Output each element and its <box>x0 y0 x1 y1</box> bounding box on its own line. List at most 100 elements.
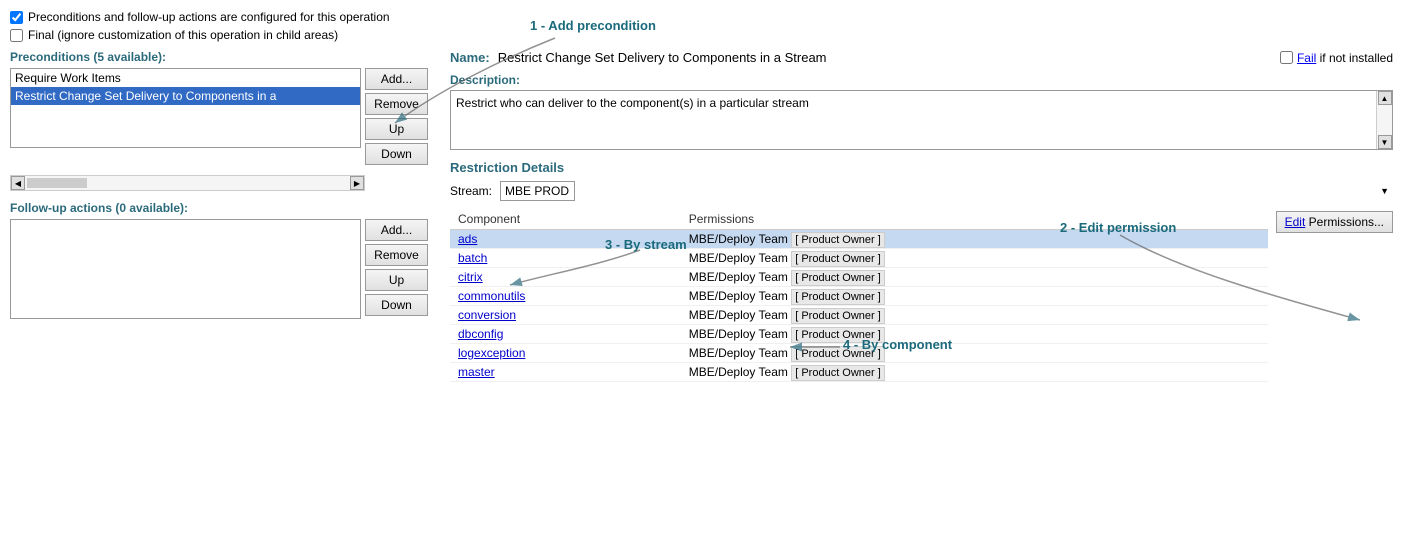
table-row[interactable]: logexception MBE/Deploy Team [ Product Ow… <box>450 344 1268 363</box>
component-permissions: MBE/Deploy Team [ Product Owner ] <box>681 249 1268 268</box>
fail-label: Fail if not installed <box>1297 51 1393 65</box>
fail-checkbox[interactable] <box>1280 51 1293 64</box>
component-name: dbconfig <box>450 325 681 344</box>
table-row[interactable]: citrix MBE/Deploy Team [ Product Owner ] <box>450 268 1268 287</box>
scroll-thumb[interactable] <box>27 178 87 188</box>
final-checkbox-row: Final (ignore customization of this oper… <box>10 28 1393 42</box>
permission-tag: [ Product Owner ] <box>791 327 885 343</box>
final-checkbox[interactable] <box>10 29 23 42</box>
component-name: master <box>450 363 681 382</box>
description-section: Description: Restrict who can deliver to… <box>450 73 1393 150</box>
component-link[interactable]: commonutils <box>458 289 525 303</box>
component-permissions: MBE/Deploy Team [ Product Owner ] <box>681 306 1268 325</box>
list-item[interactable]: Require Work Items <box>11 69 360 87</box>
table-wrapper: Component Permissions ads MBE/Deploy Team… <box>450 209 1268 382</box>
component-permissions: MBE/Deploy Team [ Product Owner ] <box>681 268 1268 287</box>
restriction-title: Restriction Details <box>450 160 1393 175</box>
edit-btn-wrapper: Edit Permissions... <box>1268 209 1393 233</box>
component-link[interactable]: conversion <box>458 308 516 322</box>
fail-checkbox-area: Fail if not installed <box>1280 51 1393 65</box>
followup-add-button[interactable]: Add... <box>365 219 428 241</box>
followup-remove-button[interactable]: Remove <box>365 244 428 266</box>
component-name: conversion <box>450 306 681 325</box>
permission-tag: [ Product Owner ] <box>791 365 885 381</box>
preconditions-list[interactable]: Require Work Items Restrict Change Set D… <box>10 68 361 148</box>
description-box: Restrict who can deliver to the componen… <box>450 90 1393 150</box>
add-button[interactable]: Add... <box>365 68 428 90</box>
permission-tag: [ Product Owner ] <box>791 232 885 248</box>
table-row[interactable]: dbconfigMBE/Deploy Team [ Product Owner … <box>450 325 1268 344</box>
fail-link[interactable]: Fail <box>1297 51 1316 65</box>
permission-tag: [ Product Owner ] <box>791 289 885 305</box>
table-row[interactable]: commonutils MBE/Deploy Team [ Product Own… <box>450 287 1268 306</box>
col-component: Component <box>450 209 681 230</box>
down-button[interactable]: Down <box>365 143 428 165</box>
preconditions-checkbox-label: Preconditions and follow-up actions are … <box>28 10 390 24</box>
scroll-up-icon[interactable]: ▲ <box>1378 91 1392 105</box>
edit-suffix: Permissions... <box>1309 215 1384 229</box>
component-name: batch <box>450 249 681 268</box>
up-button[interactable]: Up <box>365 118 428 140</box>
component-name: commonutils <box>450 287 681 306</box>
scroll-down-icon[interactable]: ▼ <box>1378 135 1392 149</box>
table-row[interactable]: ads MBE/Deploy Team [ Product Owner ] <box>450 230 1268 249</box>
scroll-right-icon[interactable]: ▶ <box>350 176 364 190</box>
component-name: citrix <box>450 268 681 287</box>
main-container: Preconditions and follow-up actions are … <box>0 0 1403 535</box>
followup-up-button[interactable]: Up <box>365 269 428 291</box>
description-scrollbar: ▲ ▼ <box>1376 91 1392 149</box>
name-value: Restrict Change Set Delivery to Componen… <box>498 50 1272 65</box>
permission-tag: [ Product Owner ] <box>791 270 885 286</box>
component-permissions: MBE/Deploy Team [ Product Owner ] <box>681 287 1268 306</box>
permission-tag: [ Product Owner ] <box>791 251 885 267</box>
component-link[interactable]: master <box>458 365 495 379</box>
top-checkboxes: Preconditions and follow-up actions are … <box>10 10 1393 42</box>
scroll-left-icon[interactable]: ◀ <box>11 176 25 190</box>
table-row[interactable]: conversion MBE/Deploy Team [ Product Owne… <box>450 306 1268 325</box>
component-link[interactable]: logexception <box>458 346 525 360</box>
preconditions-scrollbar[interactable]: ◀ ▶ <box>10 175 365 191</box>
component-link[interactable]: batch <box>458 251 487 265</box>
stream-select[interactable]: MBE PROD <box>500 181 575 201</box>
preconditions-checkbox[interactable] <box>10 11 23 24</box>
followup-area: Add... Remove Up Down <box>10 219 430 319</box>
component-permissions: MBE/Deploy Team [ Product Owner ] <box>681 230 1268 249</box>
remove-button[interactable]: Remove <box>365 93 428 115</box>
list-item[interactable]: Restrict Change Set Delivery to Componen… <box>11 87 360 105</box>
permissions-header: Component Permissions ads MBE/Deploy Team… <box>450 209 1393 382</box>
stream-row: Stream: MBE PROD <box>450 181 1393 201</box>
description-text: Restrict who can deliver to the componen… <box>456 96 809 110</box>
component-permissions: MBE/Deploy Team [ Product Owner ] <box>681 344 1268 363</box>
right-panel: Name: Restrict Change Set Delivery to Co… <box>430 50 1393 384</box>
component-link[interactable]: dbconfig <box>458 327 503 341</box>
table-row[interactable]: batch MBE/Deploy Team [ Product Owner ] <box>450 249 1268 268</box>
component-link[interactable]: citrix <box>458 270 483 284</box>
followup-buttons: Add... Remove Up Down <box>365 219 430 319</box>
preconditions-area: Require Work Items Restrict Change Set D… <box>10 68 430 165</box>
table-row[interactable]: master MBE/Deploy Team [ Product Owner ] <box>450 363 1268 382</box>
restriction-section: Restriction Details Stream: MBE PROD <box>450 160 1393 382</box>
components-table: Component Permissions ads MBE/Deploy Team… <box>450 209 1268 382</box>
preconditions-buttons: Add... Remove Up Down <box>365 68 430 165</box>
permission-tag: [ Product Owner ] <box>791 346 885 362</box>
description-label: Description: <box>450 73 1393 87</box>
component-name: ads <box>450 230 681 249</box>
followup-down-button[interactable]: Down <box>365 294 428 316</box>
component-link[interactable]: ads <box>458 232 477 246</box>
stream-select-wrapper: MBE PROD <box>500 181 1393 201</box>
preconditions-checkbox-row: Preconditions and follow-up actions are … <box>10 10 1393 24</box>
preconditions-title: Preconditions (5 available): <box>10 50 430 64</box>
component-permissions: MBE/Deploy Team [ Product Owner ] <box>681 363 1268 382</box>
name-row: Name: Restrict Change Set Delivery to Co… <box>450 50 1393 65</box>
edit-permissions-button[interactable]: Edit Permissions... <box>1276 211 1393 233</box>
content-area: Preconditions (5 available): Require Wor… <box>10 50 1393 384</box>
followup-title: Follow-up actions (0 available): <box>10 201 430 215</box>
left-panel: Preconditions (5 available): Require Wor… <box>10 50 430 384</box>
stream-label: Stream: <box>450 184 492 198</box>
final-checkbox-label: Final (ignore customization of this oper… <box>28 28 338 42</box>
followup-list[interactable] <box>10 219 361 319</box>
name-label: Name: <box>450 50 490 65</box>
component-name: logexception <box>450 344 681 363</box>
col-permissions: Permissions <box>681 209 1268 230</box>
permission-tag: [ Product Owner ] <box>791 308 885 324</box>
